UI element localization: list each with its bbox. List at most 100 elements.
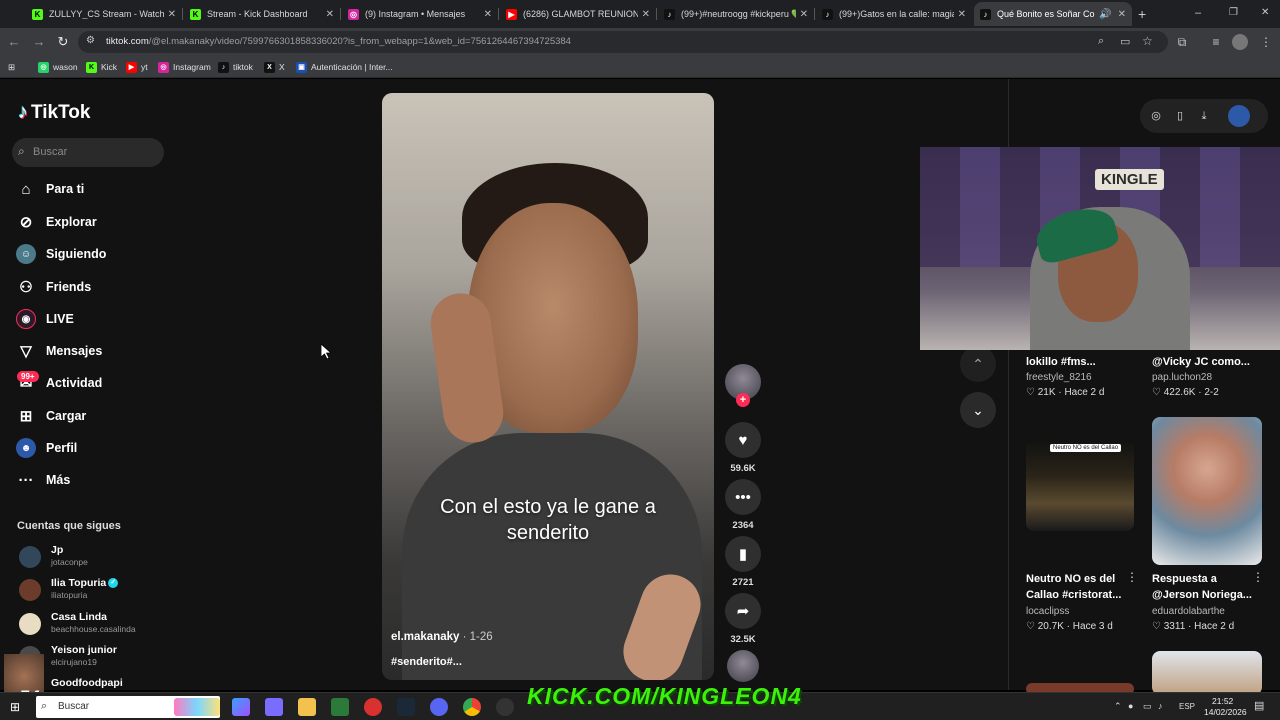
tab-youtube[interactable]: ▶ (6286) GLAMBOT REUNION WI ✕ bbox=[500, 2, 656, 26]
tab-tiktok-active[interactable]: ♪ Qué Bonito es Soñar Contig 🔊 ✕ bbox=[974, 2, 1132, 26]
copilot-icon[interactable] bbox=[232, 698, 250, 716]
nav-siguiendo[interactable]: ☺ Siguiendo bbox=[16, 242, 106, 266]
rec-thumbnail[interactable]: Neutro NO es del Callao bbox=[1026, 439, 1134, 531]
forward-icon[interactable]: → bbox=[31, 34, 47, 50]
phone-icon[interactable]: ▯ bbox=[1172, 108, 1188, 124]
chrome-icon[interactable] bbox=[463, 698, 481, 716]
bookmark-kick[interactable]: K Kick bbox=[86, 60, 117, 74]
save-button[interactable]: ▮ 2721 bbox=[725, 536, 761, 588]
tiktok-logo[interactable]: ♪ TikTok bbox=[18, 101, 90, 124]
file-explorer-icon[interactable] bbox=[298, 698, 316, 716]
app-icon[interactable] bbox=[364, 698, 382, 716]
rec-thumbnail[interactable] bbox=[1152, 651, 1262, 695]
nav-mas[interactable]: ··· Más bbox=[16, 468, 71, 492]
comment-button[interactable]: ••• 2364 bbox=[725, 479, 761, 531]
widget-icon[interactable] bbox=[174, 698, 220, 716]
close-icon[interactable]: ✕ bbox=[958, 9, 966, 20]
minimize-button[interactable]: – bbox=[1195, 7, 1201, 19]
back-icon[interactable]: ← bbox=[6, 34, 22, 50]
share-button[interactable]: ➦ 32.5K bbox=[725, 593, 761, 645]
battery-icon[interactable]: ▭ bbox=[1143, 701, 1152, 712]
media-icon[interactable]: ≡ bbox=[1208, 34, 1224, 50]
video-hashtag[interactable]: #senderito#... bbox=[391, 656, 462, 668]
close-icon[interactable]: ✕ bbox=[1118, 9, 1126, 20]
start-icon[interactable]: ⊞ bbox=[10, 700, 20, 714]
site-info-icon[interactable]: ⚙ bbox=[86, 35, 95, 46]
tab-tiktok-gatos[interactable]: ♪ (99+)Gatos en la calle: magia y ✕ bbox=[816, 2, 972, 26]
extensions-icon[interactable]: ⧉ bbox=[1174, 34, 1190, 50]
clock-time[interactable]: 21:52 bbox=[1212, 696, 1233, 706]
rec-author[interactable]: eduardolabarthe bbox=[1152, 606, 1225, 617]
close-icon[interactable]: ✕ bbox=[800, 9, 808, 20]
bookmark-x[interactable]: XX bbox=[264, 60, 285, 74]
tab-tiktok-neutro[interactable]: ♪ (99+)#neutroogg #kickperu 💚 ✕ bbox=[658, 2, 814, 26]
bookmark-yt[interactable]: ▶ yt bbox=[126, 60, 148, 74]
speaker-icon[interactable]: 🔊 bbox=[1099, 9, 1111, 20]
rec-author[interactable]: freestyle_8216 bbox=[1026, 372, 1092, 383]
zoom-icon[interactable]: ⌕ bbox=[1098, 35, 1104, 48]
close-window-button[interactable]: ✕ bbox=[1261, 7, 1269, 18]
menu-icon[interactable]: ⋮ bbox=[1258, 34, 1274, 50]
mic-icon[interactable]: ● bbox=[1128, 701, 1133, 711]
video-player[interactable]: Con el esto ya le gane a senderito el.ma… bbox=[382, 93, 714, 680]
search-input[interactable]: ⌕ Buscar bbox=[12, 138, 164, 167]
app-icon[interactable] bbox=[265, 698, 283, 716]
profile-avatar[interactable] bbox=[1232, 34, 1248, 50]
rec-title[interactable]: Neutro NO es del Callao #cristorat... bbox=[1026, 571, 1121, 603]
more-options-icon[interactable]: ⋮ bbox=[1252, 570, 1264, 584]
volume-icon[interactable]: ♪ bbox=[1158, 701, 1163, 711]
obs-icon[interactable] bbox=[496, 698, 514, 716]
more-options-icon[interactable]: ⋮ bbox=[1126, 570, 1138, 584]
close-icon[interactable]: ✕ bbox=[642, 9, 650, 20]
user-avatar[interactable] bbox=[1228, 105, 1250, 127]
nav-perfil[interactable]: ☻ Perfil bbox=[16, 436, 77, 460]
apps-icon[interactable]: ⊞ bbox=[8, 60, 15, 74]
nav-para-ti[interactable]: ⌂ Para ti bbox=[16, 177, 84, 201]
tab-instagram[interactable]: ◎ (9) Instagram • Mensajes ✕ bbox=[342, 2, 498, 26]
coin-icon[interactable]: ◎ bbox=[1148, 108, 1164, 124]
close-icon[interactable]: ✕ bbox=[168, 9, 176, 20]
notification-icon[interactable]: ▤ bbox=[1254, 699, 1264, 712]
new-tab-button[interactable]: + bbox=[1138, 6, 1146, 22]
follow-plus-icon[interactable]: + bbox=[736, 393, 750, 407]
app-icon[interactable] bbox=[331, 698, 349, 716]
steam-icon[interactable] bbox=[397, 698, 415, 716]
reload-icon[interactable]: ↻ bbox=[55, 34, 71, 50]
clock-date[interactable]: 14/02/2026 bbox=[1204, 707, 1247, 717]
tab-kick-dashboard[interactable]: K Stream - Kick Dashboard ✕ bbox=[184, 2, 340, 26]
nav-explorar[interactable]: ⊘ Explorar bbox=[16, 210, 97, 234]
nav-mensajes[interactable]: ▽ Mensajes bbox=[16, 339, 102, 363]
next-creator-avatar[interactable] bbox=[727, 650, 759, 682]
rec-thumbnail[interactable] bbox=[1152, 417, 1262, 565]
rec-author[interactable]: pap.luchon28 bbox=[1152, 372, 1212, 383]
nav-live[interactable]: ◉ LIVE bbox=[16, 307, 74, 331]
download-icon[interactable]: ⤓ bbox=[1196, 108, 1212, 124]
nav-cargar[interactable]: ⊞ Cargar bbox=[16, 404, 87, 428]
maximize-button[interactable]: ❐ bbox=[1229, 7, 1238, 18]
rec-title[interactable]: Respuesta a @Jerson Noriega... bbox=[1152, 571, 1252, 603]
video-author[interactable]: el.makanaky · 1-26 bbox=[391, 631, 493, 643]
rec-time: Hace 2 d bbox=[1064, 387, 1105, 398]
bookmark-tiktok[interactable]: ♪ tiktok bbox=[218, 60, 253, 74]
cast-icon[interactable]: ▭ bbox=[1120, 35, 1130, 48]
tray-chevron-icon[interactable]: ⌃ bbox=[1114, 701, 1122, 712]
bookmark-autenticacion[interactable]: ▣ Autenticación | Inter... bbox=[296, 60, 393, 74]
bookmark-instagram[interactable]: ◎ Instagram bbox=[158, 60, 211, 74]
bookmark-wason[interactable]: ◎ wason bbox=[38, 60, 78, 74]
omnibox[interactable]: ⚙ tiktok.com/@el.makanaky/video/75997663… bbox=[78, 31, 1168, 53]
close-icon[interactable]: ✕ bbox=[484, 9, 492, 20]
previous-video-button[interactable]: ⌃ bbox=[960, 346, 996, 382]
next-video-button[interactable]: ⌄ bbox=[960, 392, 996, 428]
rec-author[interactable]: locaclipss bbox=[1026, 606, 1069, 617]
rec-title[interactable]: @Vicky JC como... bbox=[1152, 354, 1250, 370]
close-icon[interactable]: ✕ bbox=[326, 9, 334, 20]
rec-title[interactable]: lokillo #fms... bbox=[1026, 354, 1096, 370]
language-indicator[interactable]: ESP bbox=[1179, 702, 1195, 711]
tab-zullyy[interactable]: K ZULLYY_CS Stream - Watch Live ✕ bbox=[26, 2, 182, 26]
url-text[interactable]: tiktok.com/@el.makanaky/video/7599766301… bbox=[106, 36, 571, 47]
discord-icon[interactable] bbox=[430, 698, 448, 716]
bookmark-star-icon[interactable]: ☆ bbox=[1142, 34, 1153, 48]
live-icon: ◉ bbox=[16, 309, 36, 329]
nav-friends[interactable]: ⚇ Friends bbox=[16, 275, 91, 299]
like-button[interactable]: ♥ 59.6K bbox=[725, 422, 761, 474]
